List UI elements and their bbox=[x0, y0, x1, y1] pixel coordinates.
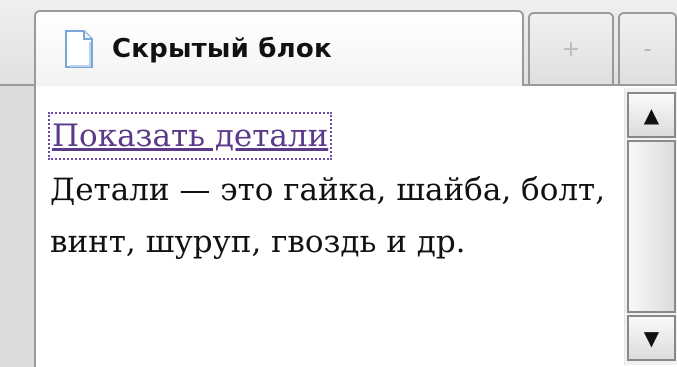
show-details-link[interactable]: Показать детали bbox=[47, 112, 333, 160]
details-text: Детали — это гайка, шайба, болт, винт, ш… bbox=[50, 172, 606, 260]
window: Скрытый блок + - Показать детали Детали … bbox=[0, 0, 677, 367]
scroll-down-button[interactable]: ▼ bbox=[627, 315, 676, 361]
minimize-button[interactable]: - bbox=[618, 12, 677, 84]
add-tab-button[interactable]: + bbox=[528, 12, 614, 84]
content-area: Показать детали Детали — это гайка, шайб… bbox=[47, 110, 610, 268]
scroll-thumb[interactable] bbox=[627, 140, 676, 313]
document-icon bbox=[65, 30, 93, 68]
minus-icon: - bbox=[643, 36, 652, 62]
arrow-down-icon: ▼ bbox=[643, 326, 660, 350]
tab-hidden-block[interactable]: Скрытый блок bbox=[34, 10, 524, 86]
scroll-up-button[interactable]: ▲ bbox=[627, 92, 676, 138]
content-panel: Показать детали Детали — это гайка, шайб… bbox=[34, 86, 677, 367]
tab-title: Скрытый блок bbox=[112, 34, 332, 64]
arrow-up-icon: ▲ bbox=[643, 103, 660, 127]
vertical-scrollbar[interactable]: ▲ ▼ bbox=[624, 88, 677, 365]
plus-icon: + bbox=[561, 36, 581, 62]
tab-bar: Скрытый блок + - bbox=[0, 0, 677, 86]
